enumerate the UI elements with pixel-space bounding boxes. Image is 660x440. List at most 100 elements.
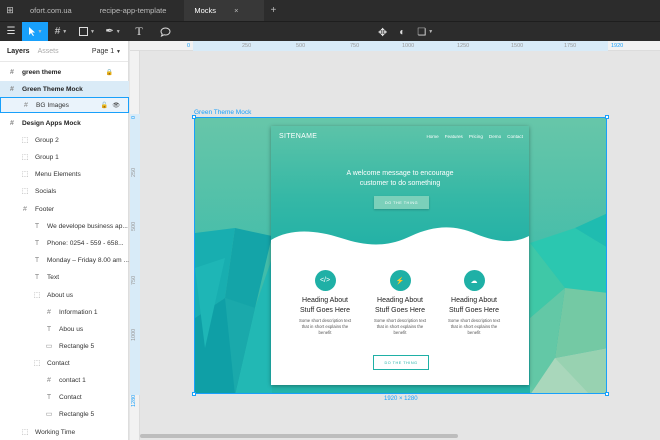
ruler-tick: 0	[131, 115, 137, 119]
pen-tool-button[interactable]: ✒ ▼	[100, 22, 126, 42]
move-tool-button[interactable]: ▼	[22, 21, 48, 42]
boolean-groups-icon[interactable]: ❏ ▼	[417, 22, 433, 42]
layer-text[interactable]: T Text	[0, 269, 129, 285]
eye-icon[interactable]: 👁	[112, 102, 120, 109]
assets-tab[interactable]: Assets	[38, 48, 59, 55]
group-icon: ⬚	[21, 137, 29, 144]
hero-cta-button: DO THE THING	[374, 196, 429, 209]
layer-abou-us[interactable]: T Abou us	[0, 321, 129, 337]
group-icon: ⬚	[33, 292, 41, 299]
frame-label[interactable]: Green Theme Mock	[194, 109, 251, 116]
frame-size-label: 1920 × 1280	[384, 396, 418, 402]
frame-icon: #	[47, 308, 51, 316]
layer-about-us[interactable]: ⬚ About us	[0, 287, 129, 303]
layer-green-theme[interactable]: # green theme 🔒	[0, 64, 129, 80]
feature-2: ⚡ Heading About Stuff Goes Here Some shor…	[364, 270, 436, 336]
ruler-tick: 250	[242, 43, 252, 49]
layer-green-theme-mock[interactable]: # Green Theme Mock	[0, 81, 129, 97]
bottom-cta-button: DO THE THING	[373, 355, 429, 370]
resize-handle[interactable]	[192, 392, 196, 396]
rectangle-icon: ▭	[45, 411, 53, 418]
ruler-tick: 750	[131, 275, 137, 285]
layer-group-1[interactable]: ⬚ Group 1	[0, 149, 129, 165]
layer-rectangle-5[interactable]: ▭ Rectangle 5	[0, 338, 129, 354]
frame-icon: #	[10, 119, 14, 127]
layer-contact-group[interactable]: ⬚ Contact	[0, 355, 129, 371]
feature-description: Some short description text that in short…	[373, 318, 427, 335]
ruler-vertical: 0 250 500 750 1000 1280	[130, 51, 140, 440]
layer-design-apps-mock[interactable]: # Design Apps Mock	[0, 115, 129, 131]
nav-home: Home	[426, 134, 439, 139]
text-icon: T	[34, 222, 40, 230]
ruler-tick: 1920	[611, 43, 624, 49]
tab-ofort[interactable]: ofort.com.ua	[20, 0, 90, 21]
nav-demo: Demo	[488, 134, 502, 139]
tab-recipe-app-template[interactable]: recipe-app-template	[90, 0, 185, 21]
frame-icon: #	[23, 205, 27, 213]
lock-icon[interactable]: 🔒	[106, 69, 113, 76]
text-icon: T	[135, 24, 143, 38]
shape-tool-button[interactable]: ▼	[74, 22, 100, 42]
frame-icon: #	[47, 376, 51, 384]
layer-group-2[interactable]: ⬚ Group 2	[0, 132, 129, 148]
main-menu-icon[interactable]: ☰	[0, 22, 22, 42]
ruler-tick: 1000	[131, 328, 137, 341]
text-tool-button[interactable]: T	[126, 22, 152, 42]
resize-handle[interactable]	[605, 392, 609, 396]
layer-information-1[interactable]: # Information 1	[0, 304, 129, 320]
welcome-message: A welcome message to encourage customer …	[346, 170, 454, 187]
text-icon: T	[34, 256, 40, 264]
layer-socials[interactable]: ⬚ Socials	[0, 183, 129, 199]
layer-text-business[interactable]: T We develope business ap...	[0, 218, 129, 234]
comment-icon	[159, 26, 171, 37]
text-icon: T	[34, 239, 40, 247]
mock-page[interactable]: SITENAME Home Features Pricing Demo Cont…	[271, 126, 529, 385]
text-icon: T	[46, 393, 52, 401]
figma-home-icon[interactable]: ⊞	[0, 0, 20, 21]
comment-tool-button[interactable]	[152, 22, 178, 42]
ruler-tick: 750	[350, 43, 360, 49]
horizontal-scrollbar[interactable]	[140, 434, 458, 438]
frame-icon: #	[24, 101, 28, 109]
layer-text-phone[interactable]: T Phone: 0254 - 559 - 658...	[0, 235, 129, 251]
ruler-tick: 1250	[457, 43, 470, 49]
ruler-tick: 1750	[564, 43, 577, 49]
ruler-tick: 1280	[131, 394, 137, 407]
page-selector[interactable]: Page 1 ▼	[92, 48, 121, 55]
group-icon: ⬚	[21, 171, 29, 178]
tab-mocks[interactable]: Mocks ×	[184, 0, 265, 21]
pen-icon: ✒	[105, 26, 114, 37]
group-icon: ⬚	[33, 360, 41, 367]
frame-icon: #	[10, 85, 14, 93]
layer-footer[interactable]: # Footer	[0, 201, 129, 217]
panel-header: Layers Assets Page 1 ▼	[0, 41, 128, 62]
layer-contact-text[interactable]: T Contact	[0, 389, 129, 405]
feature-1: </> Heading About Stuff Goes Here Some sh…	[289, 270, 361, 336]
layer-contact-1[interactable]: # contact 1	[0, 372, 129, 388]
wave-divider	[271, 227, 529, 262]
resize-handle[interactable]	[192, 115, 196, 119]
ruler-horizontal: 0 250 500 750 1000 1250 1500 1750 1920	[130, 41, 660, 51]
ruler-tick: 500	[131, 221, 137, 231]
ruler-tick: 250	[131, 167, 137, 177]
frame-icon: #	[54, 26, 61, 37]
resize-handle[interactable]	[605, 115, 609, 119]
site-name: SITENAME	[279, 133, 318, 140]
component-icon[interactable]: ✥	[378, 22, 387, 42]
figma-app: ⊞ ofort.com.ua recipe-app-template Mocks…	[0, 0, 660, 440]
group-icon: ⬚	[21, 188, 29, 195]
layers-tab[interactable]: Layers	[7, 48, 30, 55]
layer-working-time[interactable]: ⬚ Working Time	[0, 424, 129, 440]
frame-tool-button[interactable]: # ▼	[48, 22, 74, 42]
unlock-icon[interactable]: 🔓	[101, 102, 108, 109]
layer-bg-images[interactable]: # BG Images 🔓 👁	[0, 97, 129, 113]
layer-rectangle-5b[interactable]: ▭ Rectangle 5	[0, 406, 129, 422]
close-tab-icon[interactable]: ×	[234, 6, 238, 15]
ruler-tick: 1500	[511, 43, 524, 49]
contrast-icon[interactable]: ◐	[399, 22, 405, 42]
new-tab-icon[interactable]: +	[264, 5, 282, 16]
toolbar-right: ✥ ◐ ❏ ▼	[378, 22, 433, 42]
layer-text-hours[interactable]: T Monday – Friday 8.00 am ...	[0, 252, 129, 268]
layer-menu-elements[interactable]: ⬚ Menu Elements	[0, 166, 129, 182]
cloud-icon: ☁	[463, 270, 485, 291]
